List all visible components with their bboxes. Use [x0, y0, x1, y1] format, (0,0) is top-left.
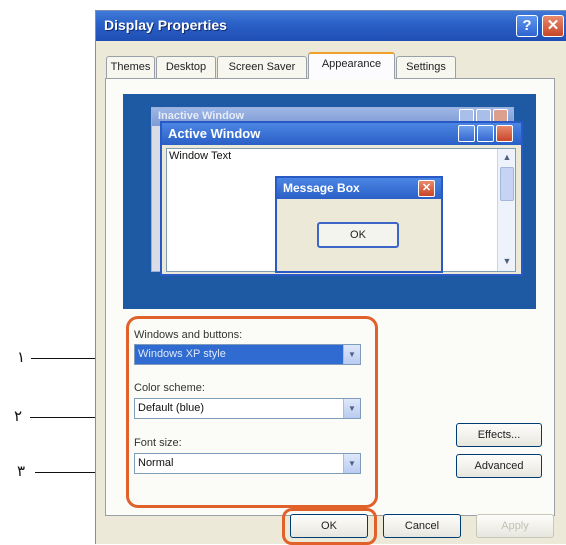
tab-settings[interactable]: Settings: [396, 56, 456, 78]
tab-appearance[interactable]: Appearance: [308, 52, 395, 79]
windows-buttons-value: Windows XP style: [138, 348, 226, 360]
close-icon: [496, 125, 513, 142]
scroll-down-icon: ▼: [502, 256, 512, 266]
advanced-button[interactable]: Advanced: [456, 454, 542, 478]
maximize-icon: [477, 125, 494, 142]
font-size-select[interactable]: Normal ▼: [134, 453, 361, 474]
minimize-icon: [458, 125, 475, 142]
active-window-preview: Active Window Window Text ▲ ▼ Message Bo…: [160, 121, 523, 276]
apply-button[interactable]: Apply: [476, 514, 554, 538]
tab-desktop[interactable]: Desktop: [156, 56, 216, 78]
color-scheme-value: Default (blue): [138, 402, 205, 414]
callout-1-label: ١: [17, 348, 26, 366]
color-scheme-select[interactable]: Default (blue) ▼: [134, 398, 361, 419]
chevron-down-icon[interactable]: ▼: [343, 345, 360, 364]
close-button[interactable]: ✕: [542, 15, 564, 37]
cancel-button[interactable]: Cancel: [383, 514, 461, 538]
color-scheme-label: Color scheme:: [134, 382, 205, 394]
display-properties-window: Display Properties ? ✕ Themes Desktop Sc…: [95, 10, 566, 545]
font-size-label: Font size:: [134, 437, 182, 449]
ok-button[interactable]: OK: [290, 514, 368, 538]
effects-button[interactable]: Effects...: [456, 423, 542, 447]
close-icon: ✕: [418, 180, 435, 197]
windows-buttons-select[interactable]: Windows XP style ▼: [134, 344, 361, 365]
active-window-title: Active Window: [168, 126, 261, 141]
appearance-preview: Inactive Window Active Window Window Tex…: [123, 94, 536, 309]
title-bar[interactable]: Display Properties ? ✕: [96, 11, 566, 41]
preview-scrollbar: ▲ ▼: [497, 149, 515, 271]
help-button[interactable]: ?: [516, 15, 538, 37]
scroll-thumb: [500, 167, 514, 201]
window-title: Display Properties: [104, 17, 227, 33]
message-box-title: Message Box: [283, 181, 360, 195]
windows-buttons-label: Windows and buttons:: [134, 329, 243, 341]
message-box-title-bar: Message Box ✕: [277, 178, 441, 199]
tab-screen-saver[interactable]: Screen Saver: [217, 56, 307, 78]
window-text-sample: Window Text: [169, 150, 232, 162]
message-box-ok-button: OK: [317, 222, 399, 248]
active-title-bar: Active Window: [162, 123, 521, 145]
font-size-value: Normal: [138, 457, 174, 469]
scroll-up-icon: ▲: [502, 152, 512, 162]
message-box-preview: Message Box ✕ OK: [275, 176, 443, 273]
chevron-down-icon[interactable]: ▼: [343, 399, 360, 418]
tab-themes[interactable]: Themes: [106, 56, 155, 78]
callout-3-label: ٣: [17, 462, 26, 480]
callout-2-label: ٢: [14, 407, 23, 425]
appearance-panel: Inactive Window Active Window Window Tex…: [105, 78, 555, 516]
chevron-down-icon[interactable]: ▼: [343, 454, 360, 473]
